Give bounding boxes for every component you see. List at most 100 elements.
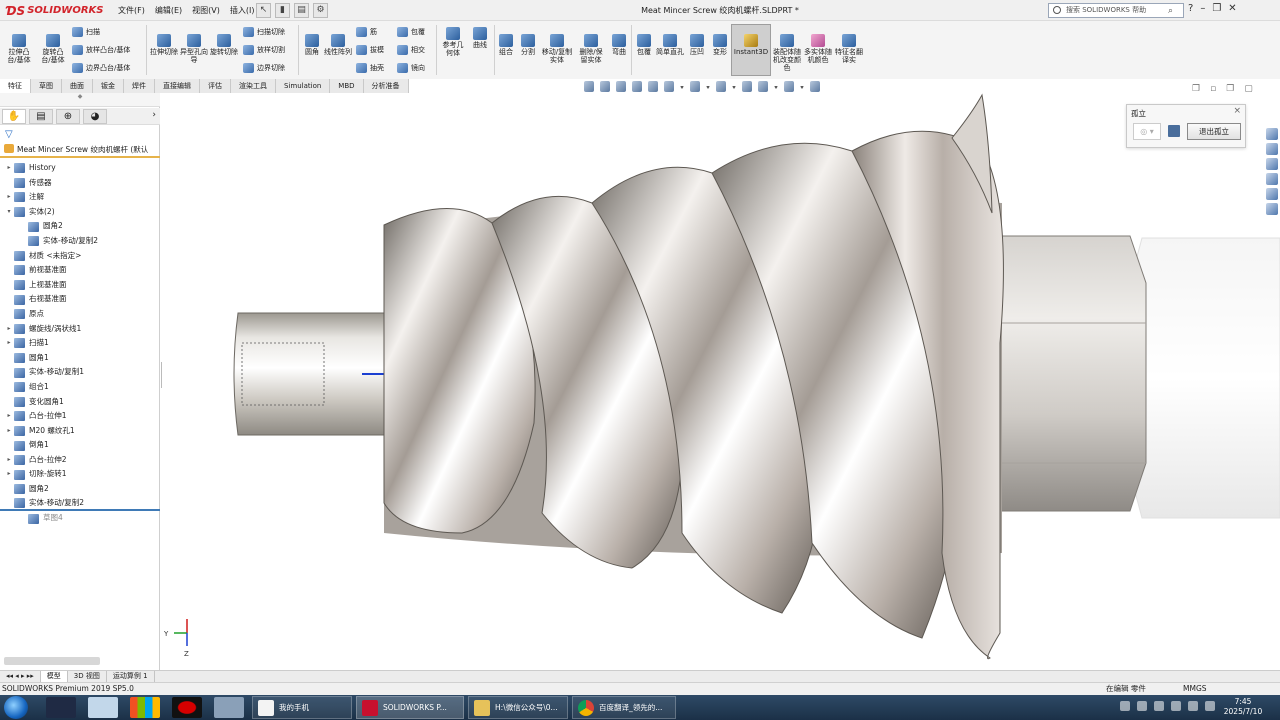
expand-arrow-icon[interactable]: ▸ [4, 161, 14, 176]
tab-sheet-metal[interactable]: 钣金 [93, 79, 124, 93]
screw-model-view[interactable]: Y Z [162, 93, 1280, 670]
tree-node[interactable]: ▸ M20 螺纹孔1 [0, 424, 160, 439]
network-icon[interactable] [1188, 701, 1198, 711]
close-doc-icon[interactable]: ▢ [1244, 84, 1253, 94]
chevron-up-icon[interactable] [1205, 701, 1215, 711]
fillet-button[interactable]: 圆角 [302, 34, 322, 56]
filter-icon[interactable]: ▽ [5, 129, 13, 140]
tree-node[interactable]: 实体-移动/复制2 [0, 497, 160, 512]
display-style-icon[interactable] [690, 81, 700, 92]
expand-arrow-icon[interactable]: ▸ [4, 409, 14, 424]
tool-app-icon[interactable] [214, 697, 244, 718]
edit-appearance-icon[interactable] [742, 81, 752, 92]
tree-node[interactable]: 传感器 [0, 176, 160, 191]
tree-node[interactable]: ▸ 凸台-拉伸2 [0, 453, 160, 468]
linear-pattern-button[interactable]: 线性阵列 [324, 34, 352, 56]
chevron-down-icon[interactable] [706, 86, 710, 89]
dynamic-annotation-icon[interactable] [648, 81, 658, 92]
tab-sketch[interactable]: 草图 [31, 79, 62, 93]
property-manager-tab-icon[interactable]: ▤ [29, 109, 53, 124]
tray-icon[interactable] [1120, 701, 1130, 711]
restore-doc-icon[interactable]: ❐ [1226, 84, 1234, 94]
loft-boss-button[interactable]: 放样凸台/基体 [72, 45, 130, 55]
shell-button[interactable]: 抽壳 [356, 63, 384, 73]
search-go-icon[interactable]: ⌕ [1168, 5, 1173, 18]
wrap-button[interactable]: 包覆 [397, 27, 425, 37]
curves-button[interactable]: 曲线 [468, 27, 492, 49]
taskbar-app-solidworks[interactable]: SOLIDWORKS P... [356, 696, 464, 719]
view-settings-icon[interactable] [784, 81, 794, 92]
chevron-down-icon[interactable] [800, 86, 804, 89]
menu-edit[interactable]: 编辑(E) [155, 5, 182, 16]
tray-icon[interactable] [1154, 701, 1164, 711]
revolve-boss-button[interactable]: 旋转凸台/基体 [38, 34, 68, 64]
hide-show-items-icon[interactable] [716, 81, 726, 92]
nav-arrows-icon[interactable]: ◂◂ ◂ ▸ ▸▸ [0, 671, 41, 682]
pilot-shaft[interactable] [233, 312, 385, 436]
file-explorer-icon[interactable] [1266, 173, 1278, 185]
loft-cut-button[interactable]: 放样切割 [243, 45, 285, 55]
wrap-feature-button[interactable]: 包覆 [633, 34, 655, 56]
part-root-node[interactable]: Meat Mincer Screw 绞肉机螺杆 (默认 [0, 143, 160, 158]
visibility-dropdown[interactable]: ◎ ▾ [1133, 123, 1161, 140]
tree-node[interactable]: 上视基准面 [0, 278, 160, 293]
tab-surfaces[interactable]: 曲面 [62, 79, 93, 93]
rebuild-icon[interactable]: ▮ [275, 3, 290, 18]
close-button[interactable]: ✕ [1228, 3, 1236, 14]
draft-button[interactable]: 拔模 [356, 45, 384, 55]
chevron-right-icon[interactable]: › [152, 110, 156, 120]
tree-node[interactable]: 材质 <未指定> [0, 249, 160, 264]
expand-arrow-icon[interactable]: ▸ [4, 190, 14, 205]
tab-weldments[interactable]: 焊件 [124, 79, 155, 93]
close-icon[interactable]: × [1233, 106, 1241, 116]
tree-node[interactable]: 圆角2 [0, 482, 160, 497]
tree-node[interactable]: 右视基准面 [0, 292, 160, 307]
media-app-icon[interactable] [88, 697, 118, 718]
zoom-to-area-icon[interactable] [600, 81, 610, 92]
sweep-button[interactable]: 扫描 [72, 27, 100, 37]
boundary-cut-button[interactable]: 边界切除 [243, 63, 285, 73]
system-clock[interactable]: 7:45 2025/7/10 [1218, 697, 1268, 717]
minimize-button[interactable]: – [1200, 3, 1205, 14]
help-search-input[interactable]: 搜索 SOLIDWORKS 帮助 ⌕ [1048, 3, 1184, 18]
chevron-down-icon[interactable] [732, 86, 736, 89]
tree-node[interactable]: 原点 [0, 307, 160, 322]
tab-3d-views[interactable]: 3D 视图 [68, 671, 107, 682]
boundary-boss-button[interactable]: 边界凸台/基体 [72, 63, 130, 73]
configuration-manager-tab-icon[interactable]: ⊕ [56, 109, 80, 124]
options-gear-icon[interactable]: ⚙ [313, 3, 328, 18]
save-display-state-icon[interactable] [1168, 125, 1180, 137]
expand-arrow-icon[interactable]: ▸ [4, 322, 14, 337]
nut-body[interactable] [1129, 237, 1280, 519]
tree-node[interactable]: ▾ 实体(2) [0, 205, 160, 220]
taskbar-app-chrome[interactable]: 百度翻译_领先的... [572, 696, 676, 719]
mirror-button[interactable]: 镜向 [397, 63, 425, 73]
view-orientation-icon[interactable] [664, 81, 674, 92]
tab-motion-study[interactable]: 运动算例 1 [107, 671, 155, 682]
hole-wizard-button[interactable]: 异型孔向导 [180, 34, 208, 64]
file-properties-icon[interactable]: ▤ [294, 3, 309, 18]
tab-model[interactable]: 模型 [40, 671, 68, 682]
chevron-down-icon[interactable] [774, 86, 778, 89]
tab-mbd[interactable]: MBD [330, 79, 364, 93]
menu-file[interactable]: 文件(F) [118, 5, 145, 16]
simple-hole-button[interactable]: 简单直孔 [656, 34, 684, 56]
custom-properties-icon[interactable] [1266, 203, 1278, 215]
recorder-icon[interactable] [172, 697, 202, 718]
expand-arrow-icon[interactable]: ▸ [4, 424, 14, 439]
panel-grip[interactable]: ◆ [0, 93, 160, 107]
rib-button[interactable]: 筋 [356, 27, 377, 37]
split-button[interactable]: 分割 [518, 34, 538, 56]
tab-analysis-prep[interactable]: 分析准备 [363, 79, 409, 93]
tab-direct-editing[interactable]: 直接编辑 [155, 79, 200, 93]
delete-keep-body-button[interactable]: 删除/保留实体 [576, 34, 606, 64]
multibody-random-color-button[interactable]: 多实体随机颜色 [803, 34, 833, 64]
sweep-cut-button[interactable]: 扫描切除 [243, 27, 285, 37]
tree-node[interactable]: 组合1 [0, 380, 160, 395]
assembly-random-color-button[interactable]: 装配体随机改变颜色 [773, 34, 801, 72]
taskbar-app-explorer[interactable]: H:\微信公众号\0... [468, 696, 568, 719]
previous-view-icon[interactable] [616, 81, 626, 92]
tree-node[interactable]: ▸ 切除-旋转1 [0, 467, 160, 482]
tree-node[interactable]: 草图4 [0, 511, 160, 526]
flex-button[interactable]: 弯曲 [608, 34, 630, 56]
